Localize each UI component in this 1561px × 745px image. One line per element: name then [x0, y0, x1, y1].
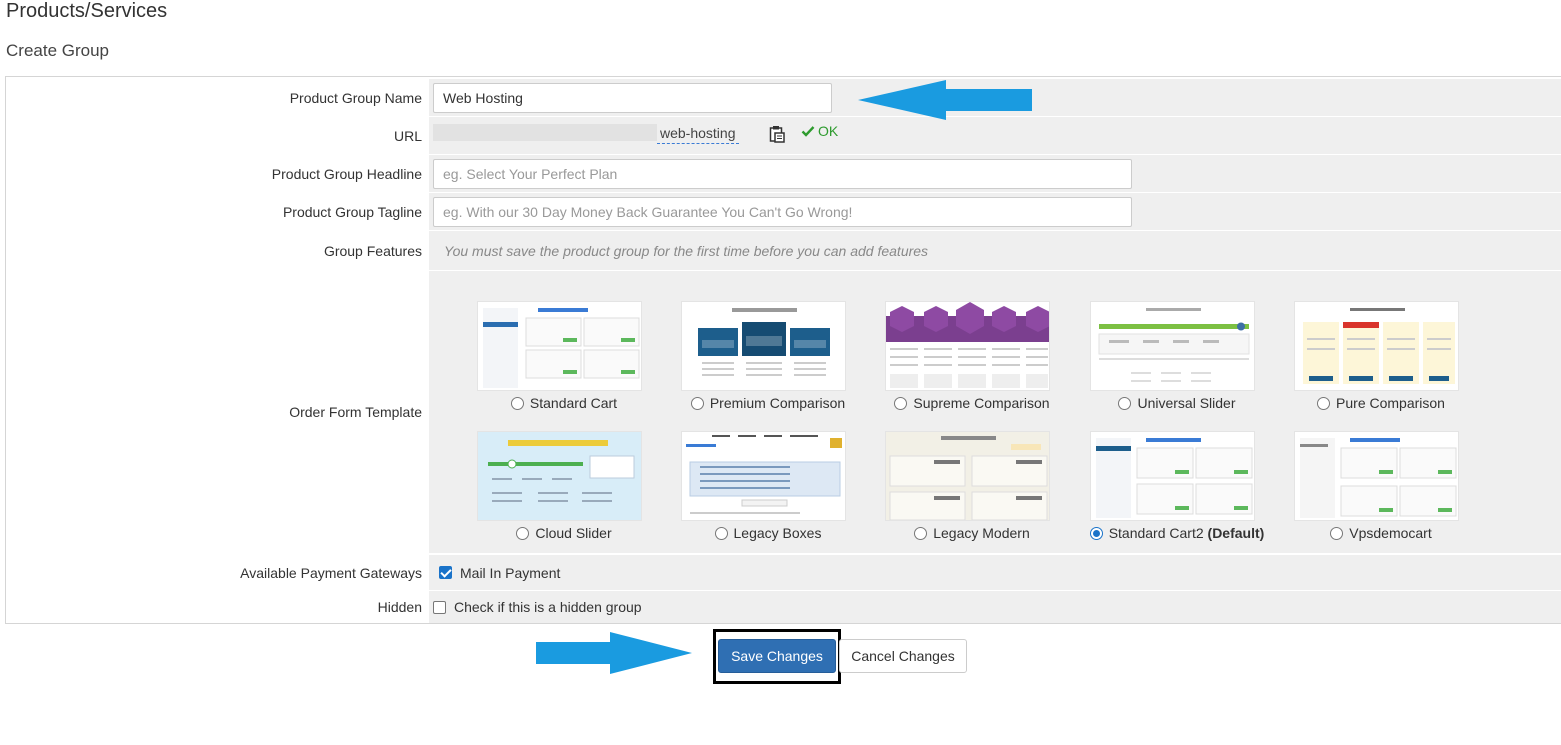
template-preview-image	[477, 431, 642, 521]
save-changes-button[interactable]: Save Changes	[718, 639, 836, 673]
template-radio[interactable]	[690, 396, 704, 410]
url-slug[interactable]: web-hosting	[657, 122, 739, 144]
default-marker: (Default)	[1207, 525, 1265, 541]
order-form-template-label: Order Form Template	[289, 404, 422, 420]
annotation-arrow-icon	[536, 632, 692, 674]
check-icon	[801, 126, 815, 137]
product-group-name-input[interactable]	[433, 83, 832, 113]
template-pure-comparison[interactable]: Pure Comparison	[1276, 301, 1466, 423]
template-standard-cart2[interactable]: Standard Cart2 (Default)	[1072, 431, 1265, 553]
page-title: Products/Services	[6, 0, 168, 22]
headline-row: Product Group Headline	[6, 155, 1561, 193]
template-preview-image	[1090, 301, 1255, 391]
template-radio[interactable]	[914, 526, 928, 540]
template-radio[interactable]	[1118, 396, 1132, 410]
headline-input[interactable]	[433, 159, 1132, 189]
url-status-text: OK	[818, 123, 839, 139]
template-option-label: Premium Comparison	[709, 395, 846, 411]
url-label: URL	[393, 127, 422, 144]
template-radio[interactable]	[894, 396, 908, 410]
mail-in-payment-option[interactable]: Mail In Payment	[439, 555, 560, 590]
template-cloud-slider[interactable]: Cloud Slider	[459, 431, 649, 553]
template-vpsdemocart[interactable]: Vpsdemocart	[1276, 431, 1466, 553]
group-features-note: You must save the product group for the …	[444, 242, 929, 259]
template-option-label: Pure Comparison	[1336, 395, 1445, 411]
url-row: URL web-hosting OK	[6, 117, 1561, 155]
hidden-group-option[interactable]: Check if this is a hidden group	[433, 591, 642, 623]
clipboard-icon[interactable]	[769, 125, 785, 143]
template-radio[interactable]	[1330, 526, 1344, 540]
product-group-name-row: Product Group Name	[6, 79, 1561, 117]
template-radio[interactable]	[516, 526, 530, 540]
hidden-group-label: Check if this is a hidden group	[454, 599, 642, 615]
template-radio[interactable]	[510, 396, 524, 410]
template-option-label: Standard Cart	[529, 395, 618, 411]
group-features-label: Group Features	[323, 242, 422, 259]
template-premium-comparison[interactable]: Premium Comparison	[663, 301, 853, 423]
payment-gateways-row: Available Payment Gateways Mail In Payme…	[6, 555, 1561, 591]
hidden-row: Hidden Check if this is a hidden group	[6, 591, 1561, 623]
page-subtitle: Create Group	[6, 41, 109, 60]
template-option-label: Cloud Slider	[535, 525, 612, 541]
template-legacy-modern[interactable]: Legacy Modern	[867, 431, 1057, 553]
product-group-name-label: Product Group Name	[289, 89, 422, 106]
template-supreme-comparison[interactable]: Supreme Comparison	[867, 301, 1057, 423]
template-universal-slider[interactable]: Universal Slider	[1072, 301, 1262, 423]
tagline-label: Product Group Tagline	[282, 203, 422, 220]
template-radio[interactable]	[714, 526, 728, 540]
order-form-template-row: Order Form Template Standard Cart Premiu…	[6, 271, 1561, 554]
hidden-label: Hidden	[377, 599, 422, 615]
template-preview-image	[1090, 431, 1255, 521]
headline-label: Product Group Headline	[271, 165, 422, 182]
template-option-label: Legacy Modern	[933, 525, 1030, 541]
url-status: OK	[801, 123, 838, 139]
template-radio[interactable]	[1317, 396, 1331, 410]
hidden-group-checkbox[interactable]	[433, 600, 446, 614]
group-features-row: Group Features You must save the product…	[6, 231, 1561, 271]
tagline-input[interactable]	[433, 197, 1132, 227]
template-option-label: Universal Slider	[1137, 395, 1236, 411]
url-base-redacted	[433, 124, 657, 141]
mail-in-payment-label: Mail In Payment	[460, 564, 561, 581]
template-standard-cart[interactable]: Standard Cart	[459, 301, 649, 423]
template-option-label: Standard Cart2 (Default)	[1108, 525, 1265, 541]
template-legacy-boxes[interactable]: Legacy Boxes	[663, 431, 853, 553]
mail-in-payment-checkbox[interactable]	[439, 566, 452, 579]
template-preview-image	[1294, 301, 1459, 391]
template-option-label: Legacy Boxes	[733, 525, 822, 541]
cancel-changes-button[interactable]: Cancel Changes	[839, 639, 967, 673]
template-option-label: Vpsdemocart	[1349, 525, 1432, 541]
template-preview-image	[885, 301, 1050, 391]
template-option-label: Supreme Comparison	[913, 395, 1050, 411]
template-preview-image	[681, 431, 846, 521]
template-preview-image	[681, 301, 846, 391]
payment-gateways-label: Available Payment Gateways	[240, 564, 422, 581]
template-preview-image	[885, 431, 1050, 521]
template-preview-image	[477, 301, 642, 391]
template-preview-image	[1294, 431, 1459, 521]
tagline-row: Product Group Tagline	[6, 193, 1561, 231]
template-radio-selected[interactable]	[1089, 526, 1103, 540]
annotation-arrow-icon	[858, 80, 1032, 120]
create-group-form: Product Group Name URL web-hosting OK	[5, 76, 1561, 624]
